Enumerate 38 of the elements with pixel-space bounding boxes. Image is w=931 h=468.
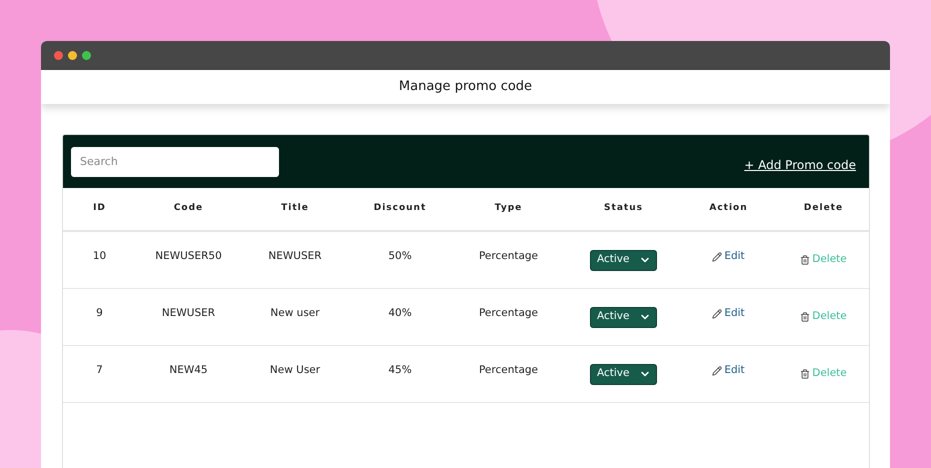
search-field[interactable]: Search [71, 146, 279, 176]
table-cell-text: 9 [95, 306, 104, 322]
table-cell-text: Percentage [478, 306, 540, 322]
pencil-icon [712, 366, 722, 376]
column-header: Discount [372, 202, 428, 216]
status-dropdown[interactable]: Active [590, 250, 657, 270]
trash-icon [800, 255, 810, 265]
trash-icon [800, 312, 810, 322]
table-cell-text: 50% [387, 249, 413, 264]
status-dropdown[interactable]: Active [590, 306, 657, 328]
edit-link[interactable]: Edit [712, 249, 745, 265]
edit-link[interactable]: Edit [712, 363, 745, 379]
table-cell-text: Percentage [478, 363, 540, 378]
table-cell-text: 40% [387, 306, 413, 322]
table-cell-text: 45% [387, 363, 413, 378]
table-cell-text: NEW45 [168, 363, 209, 378]
table-cell-text: Percentage [478, 249, 540, 264]
table-cell-text: NEWUSER50 [154, 249, 223, 264]
column-header: Action [708, 202, 749, 216]
page-title: Manage promo code [398, 78, 532, 96]
pencil-icon [712, 252, 722, 262]
trash-icon [800, 369, 810, 379]
column-header: Delete [802, 202, 844, 216]
add-promo-code-link[interactable]: + Add Promo code [744, 156, 856, 174]
edit-link[interactable]: Edit [712, 306, 745, 322]
table-cell-text: NEWUSER [160, 306, 216, 322]
column-header: Status [603, 202, 644, 216]
table-cell-text: New user [269, 306, 321, 322]
table-cell-text: 10 [92, 249, 108, 264]
table-cell-text: New User [268, 363, 322, 378]
column-header: Type [494, 202, 524, 216]
column-header: ID [92, 202, 107, 216]
table-cell-text: NEWUSER [267, 249, 323, 264]
column-header: Code [172, 202, 204, 216]
column-header: Title [280, 202, 310, 216]
table-cell-text: 7 [95, 363, 104, 378]
status-dropdown[interactable]: Active [590, 364, 657, 384]
pencil-icon [712, 309, 722, 319]
